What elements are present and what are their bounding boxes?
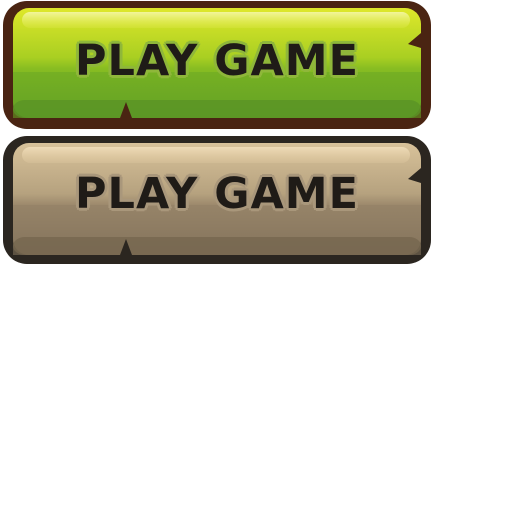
game-ui-canvas: PLAY GAME PLAY GAME bbox=[0, 0, 512, 512]
play-game-button-inactive[interactable]: PLAY GAME bbox=[2, 135, 432, 265]
play-game-button-active[interactable]: PLAY GAME bbox=[2, 0, 432, 130]
play-game-button-inactive-label: PLAY GAME bbox=[75, 169, 359, 219]
play-game-button-active-label: PLAY GAME bbox=[75, 36, 359, 86]
